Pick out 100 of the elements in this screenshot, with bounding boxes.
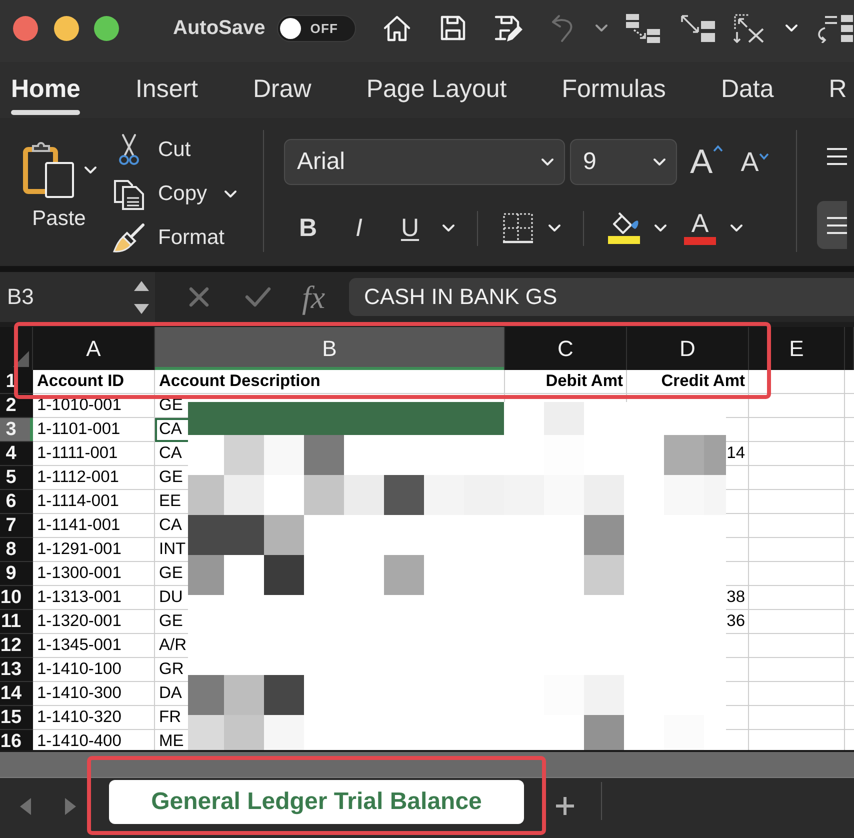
table-cell-text: 1-1300-001	[36, 563, 122, 584]
minimize-icon[interactable]	[54, 16, 78, 40]
table-cell-text: GR	[158, 659, 185, 680]
formula-field[interactable]: CASH IN BANK GS	[349, 278, 854, 316]
home-icon[interactable]	[382, 13, 412, 43]
row-header[interactable]: 3	[0, 418, 33, 442]
table-cell-text: CA	[158, 443, 183, 464]
maximize-icon[interactable]	[94, 16, 119, 40]
cross-arrows-icon[interactable]	[733, 13, 766, 43]
row-header[interactable]: 4	[0, 442, 33, 466]
row-header[interactable]: 16	[0, 730, 33, 750]
table-cell-text: 1-1111-001	[36, 443, 119, 464]
table-cell-text: 1-1410-400	[36, 731, 122, 750]
cancel-icon[interactable]	[188, 286, 210, 308]
ribbon-tab[interactable]: Formulas	[562, 62, 666, 115]
font-name-dropdown[interactable]: Arial	[284, 139, 565, 185]
text-align-button[interactable]	[816, 201, 847, 249]
column-header[interactable]: C	[505, 327, 627, 370]
autosave-label: AutoSave	[173, 16, 266, 40]
table-cell-text: 1-1141-001	[36, 515, 122, 536]
ribbon-tab[interactable]: Draw	[253, 62, 312, 115]
autosave-toggle[interactable]: OFF	[277, 14, 356, 42]
row-header[interactable]: 14	[0, 682, 33, 706]
table-cell-text: Account Description	[158, 371, 322, 392]
sheet-tab[interactable]: General Ledger Trial Balance	[109, 780, 524, 824]
table-cell-text: 1-1410-100	[36, 659, 122, 680]
table-cell-text: 14	[726, 443, 746, 464]
row-header[interactable]: 9	[0, 562, 33, 586]
font-color-button[interactable]: A	[681, 211, 719, 245]
row-header[interactable]: 5	[0, 466, 33, 490]
table-cell-text: DU	[158, 587, 184, 608]
chevron-down-icon	[653, 158, 666, 166]
row-header[interactable]: 2	[0, 394, 33, 418]
row-header[interactable]: 13	[0, 658, 33, 682]
table-cell-text: 36	[726, 611, 746, 632]
previous-sheet-icon[interactable]	[19, 797, 32, 816]
paste-button[interactable]: Paste	[18, 128, 100, 231]
table-cell-text: GE	[158, 563, 184, 584]
table-cell-text: 1-1320-001	[36, 611, 122, 632]
row-header[interactable]: 15	[0, 706, 33, 730]
ribbon-tab[interactable]: Page Layout	[366, 62, 507, 115]
table-cell-text: 1-1291-001	[36, 539, 122, 560]
row-header[interactable]: 12	[0, 634, 33, 658]
column-header[interactable]: A	[33, 327, 155, 370]
row-header[interactable]: 11	[0, 610, 33, 634]
column-header[interactable]: B	[155, 327, 505, 370]
shrink-font-button[interactable]: A	[740, 147, 769, 177]
ribbon-tab[interactable]: Insert	[135, 62, 198, 115]
borders-icon[interactable]	[502, 212, 534, 244]
font-size-dropdown[interactable]: 9	[570, 139, 677, 185]
table-cell-text: 1-1410-300	[36, 683, 122, 704]
horizontal-scrollbar[interactable]	[0, 750, 854, 778]
chevron-down-icon	[541, 158, 554, 166]
stepper-icon[interactable]	[133, 280, 150, 314]
fill-color-button[interactable]	[605, 212, 643, 244]
column-header[interactable]: D	[627, 327, 749, 370]
grow-font-button[interactable]: A	[690, 145, 723, 179]
select-all-icon[interactable]	[13, 351, 29, 367]
clipboard-icon	[22, 141, 76, 199]
row-header[interactable]: 6	[0, 490, 33, 514]
caret-icon	[84, 166, 96, 174]
caret-up-icon	[712, 145, 723, 152]
name-box[interactable]: B3	[0, 272, 155, 322]
table-cell-text: FR	[158, 707, 182, 728]
copy-icon	[112, 178, 146, 210]
table-cell-text: A/R	[158, 635, 188, 656]
row-header[interactable]: 7	[0, 514, 33, 538]
ribbon-tab[interactable]: Data	[720, 62, 774, 115]
paintbrush-icon	[112, 223, 146, 253]
insert-function-button[interactable]: fx	[302, 277, 349, 317]
plus-icon[interactable]	[556, 797, 574, 815]
close-icon[interactable]	[13, 16, 38, 40]
format-painter-button[interactable]: Format	[112, 223, 225, 253]
table-cell-text: 1-1112-001	[36, 467, 120, 488]
table-cell-text: Account ID	[36, 371, 126, 392]
table-cell-text: ME	[158, 731, 185, 750]
copy-button[interactable]: Copy	[112, 178, 208, 210]
ribbon-tab[interactable]: R	[828, 62, 847, 115]
cut-button[interactable]: Cut	[112, 134, 191, 166]
lines-icon	[826, 147, 847, 166]
italic-button[interactable]: I	[341, 208, 377, 248]
stacked-boxes-icon[interactable]	[625, 13, 662, 43]
table-cell-text: GE	[158, 611, 184, 632]
save-edit-icon[interactable]	[492, 13, 524, 43]
next-sheet-icon[interactable]	[64, 797, 77, 816]
diagonal-arrows-icon[interactable]	[679, 13, 716, 43]
column-header[interactable]: E	[749, 327, 845, 370]
row-header[interactable]: 8	[0, 538, 33, 562]
lines-icon	[826, 216, 847, 234]
table-cell-text: 1-1410-320	[36, 707, 122, 728]
table-cell-text: GE	[158, 467, 184, 488]
caret-down-icon	[758, 153, 769, 160]
table-cell-text: 1-1101-001	[36, 419, 122, 440]
bold-button[interactable]: B	[290, 208, 326, 248]
underline-button[interactable]: U	[392, 208, 428, 248]
row-header[interactable]: 10	[0, 586, 33, 610]
table-cell-text: Debit Amt	[544, 371, 624, 392]
ribbon-tab[interactable]: Home	[11, 62, 80, 115]
scissors-icon	[118, 134, 140, 166]
enter-icon[interactable]	[244, 286, 272, 308]
